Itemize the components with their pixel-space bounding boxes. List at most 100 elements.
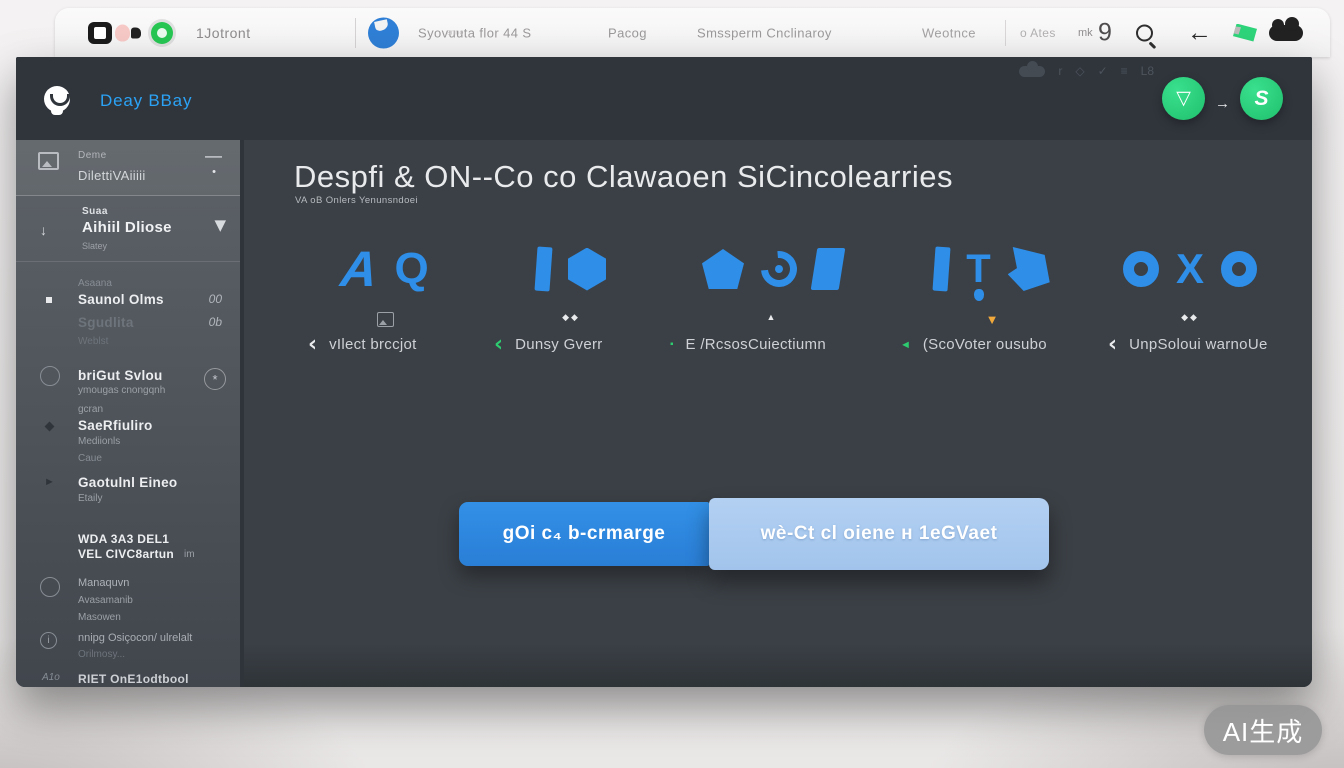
- bar-icon: [933, 247, 951, 292]
- category-label[interactable]: UnpSoloui warnoUe: [1129, 336, 1268, 353]
- refresh-circle-icon: [754, 244, 805, 295]
- menu-item-1-sub: snno: [447, 29, 464, 36]
- toolbar-divider: [1005, 20, 1006, 46]
- menu-item-1[interactable]: Syovuuta flor 44 S: [418, 25, 531, 40]
- currency-button[interactable]: S: [1240, 77, 1283, 120]
- check-icon: ✓: [1098, 64, 1108, 78]
- dot-icon: •: [212, 166, 216, 178]
- category-label[interactable]: E /RcsosCuiectiumn: [686, 336, 826, 353]
- pentagon-icon: [702, 249, 744, 289]
- menu-item-2[interactable]: Pacog: [608, 25, 647, 40]
- green-diamond-icon[interactable]: [1233, 24, 1257, 42]
- window-control-pink-icon[interactable]: [115, 24, 130, 41]
- profile-subtitle: Slatey: [82, 241, 107, 251]
- ring-icon: [1123, 251, 1159, 287]
- toolbar-divider: [355, 18, 356, 48]
- category-label[interactable]: Dunsy Gverr: [515, 336, 603, 353]
- flag-icon: ►: [44, 476, 55, 488]
- chevron-left-green-icon[interactable]: ‹: [494, 338, 503, 352]
- profile-name: Aihiil Dliose: [82, 219, 172, 236]
- apple-glyph-icon: [131, 27, 141, 38]
- bar-icon: [534, 247, 552, 292]
- window-control-green-icon[interactable]: [151, 22, 173, 44]
- chevron-left-icon[interactable]: ‹: [308, 338, 317, 352]
- diamond-icon: ◇: [1075, 64, 1084, 78]
- brand-title[interactable]: Deay BBay: [100, 91, 192, 111]
- mini-r-label: r: [1058, 64, 1062, 78]
- menu-item-5[interactable]: o Ates: [1020, 26, 1056, 40]
- count-badge: 00: [209, 292, 222, 306]
- triangle-marker-icon: ▲: [662, 312, 882, 332]
- search-icon[interactable]: [1136, 24, 1153, 41]
- category-warehouse[interactable]: X ◆◆ ‹ UnpSoloui warnoUe: [1100, 240, 1280, 370]
- tab-title[interactable]: 1Jotront: [196, 25, 251, 41]
- ring-icon: [1221, 251, 1257, 287]
- arrow-right-icon: →: [1215, 95, 1230, 112]
- mini-cloud-icon: [1019, 66, 1045, 77]
- main-content: Despfi & ON--Co co Clawaoen SiCincolearr…: [240, 140, 1312, 687]
- webcam-logo-icon: [44, 86, 70, 112]
- zoom-label: mk: [1078, 27, 1093, 39]
- panel-title: Deme: [78, 150, 107, 161]
- mini-l8-label: L8: [1141, 64, 1154, 78]
- dots-marker-icon: ◆◆: [1100, 312, 1280, 332]
- g-circle-icon: [40, 366, 60, 386]
- download-arrow-icon: ↓: [40, 222, 47, 238]
- page-title: Despfi & ON--Co co Clawaoen SiCincolearr…: [294, 159, 953, 195]
- ai-generated-watermark: AI生成: [1204, 705, 1322, 755]
- category-dunsy[interactable]: ◆◆ ‹ Dunsy Gverr: [486, 240, 656, 370]
- clock-circle-icon: [40, 577, 60, 597]
- parallelogram-icon: [811, 248, 846, 290]
- zoom-value: 9: [1098, 18, 1112, 47]
- app-window: Deay BBay r ◇ ✓ ≡ L8 ▽ → S Deme DilettiV…: [16, 57, 1312, 687]
- panel-subtitle: DilettiVAiiiii: [78, 168, 146, 183]
- green-arrow-bullet-icon: ◄: [900, 339, 911, 351]
- cloud-icon[interactable]: [1269, 25, 1303, 41]
- x-shape-icon: X: [1176, 245, 1204, 293]
- hexagon-icon: [568, 248, 606, 291]
- info-circle-icon: i: [40, 632, 57, 649]
- menu-item-4[interactable]: Weotnce: [922, 25, 976, 40]
- category-voter[interactable]: T ▼ ◄ (ScoVoter ousubo: [892, 240, 1092, 370]
- primary-action-button[interactable]: gOi c₄ b-crmarge: [459, 502, 709, 566]
- sidebar: Deme DilettiVAiiiii — • ↓ Suaa Aihiil Dl…: [16, 140, 240, 687]
- count-badge: 0b: [209, 315, 222, 329]
- site-favicon[interactable]: [368, 17, 399, 48]
- green-bullet-icon: ▪: [670, 339, 674, 350]
- sidebar-top-panel[interactable]: Deme DilettiVAiiiii — •: [16, 140, 240, 196]
- app-header: Deay BBay r ◇ ✓ ≡ L8 ▽ → S: [16, 57, 1312, 140]
- sidebar-profile[interactable]: ↓ Suaa Aihiil Dliose Slatey ▼: [16, 204, 240, 262]
- dots-marker-icon: ◆◆: [486, 312, 656, 332]
- download-button[interactable]: ▽: [1162, 77, 1205, 120]
- dark-dot-icon: [45, 422, 55, 432]
- chevron-down-icon[interactable]: ▼: [214, 218, 226, 232]
- collapse-dash-icon[interactable]: —: [205, 146, 222, 166]
- back-arrow-icon[interactable]: ←: [1187, 18, 1212, 47]
- category-collection[interactable]: ▲ ▪ E /RcsosCuiectiumn: [662, 240, 882, 370]
- hamburger-icon[interactable]: ≡: [1121, 64, 1128, 78]
- sidebar-item-weblst[interactable]: Weblst: [78, 336, 240, 347]
- yellow-marker-icon: ▼: [892, 312, 1092, 332]
- sidebar-item-caue[interactable]: Caue: [78, 453, 240, 464]
- category-project[interactable]: A Q ‹ vIlect brccjot: [300, 240, 470, 370]
- category-label[interactable]: (ScoVoter ousubo: [923, 336, 1047, 353]
- window-control-dark-icon[interactable]: [88, 22, 112, 44]
- header-mini-icons: r ◇ ✓ ≡ L8: [1019, 64, 1154, 78]
- menu-item-3[interactable]: Smssperm Cnclinaroy: [697, 25, 832, 40]
- row-prefix: A1o: [42, 672, 60, 683]
- image-frame-icon: [38, 152, 59, 170]
- a-shape-icon: A: [338, 240, 380, 298]
- star-badge-icon: *: [204, 368, 226, 390]
- chevron-left-icon[interactable]: ‹: [1108, 338, 1117, 352]
- page-subtitle: VA oB Onlers Yenunsndoei: [295, 195, 418, 206]
- secondary-action-button[interactable]: wè-Ct cl oiene ʜ 1eGVaet: [709, 498, 1049, 570]
- profile-eyebrow: Suaa: [82, 206, 108, 217]
- t-droplet-icon: T: [966, 247, 990, 292]
- browser-chrome: 1Jotront Syovuuta flor 44 S snno Pacog S…: [55, 8, 1330, 57]
- image-marker-icon: [377, 312, 394, 327]
- folded-shape-icon: [1008, 247, 1050, 291]
- sidebar-item-asaana[interactable]: Asaana: [78, 278, 240, 289]
- square-bullet-icon: [46, 297, 52, 303]
- q-shape-icon: Q: [394, 244, 428, 294]
- category-label[interactable]: vIlect brccjot: [329, 336, 417, 353]
